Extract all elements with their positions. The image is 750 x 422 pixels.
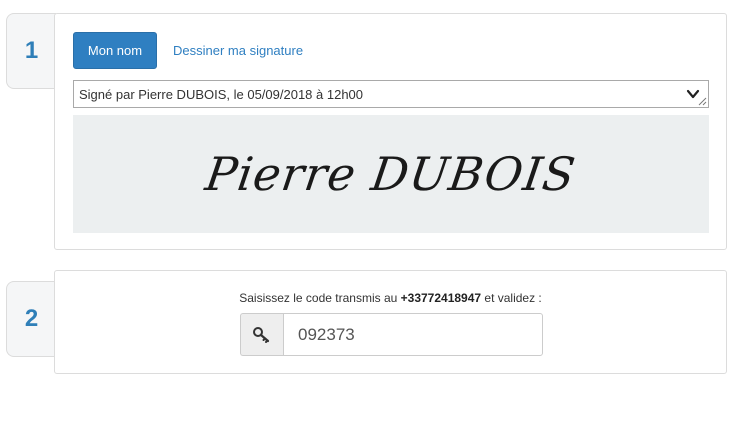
- code-validation-panel: Saisissez le code transmis au +337724189…: [54, 270, 727, 374]
- step-number-1: 1: [6, 13, 56, 89]
- code-input-group: [240, 313, 543, 356]
- step-number-1-label: 1: [24, 37, 39, 64]
- phone-number: +33772418947: [400, 291, 482, 305]
- tab-my-name[interactable]: Mon nom: [73, 32, 157, 69]
- code-input-addon: [240, 313, 283, 356]
- signature-text-value: Signé par Pierre DUBOIS, le 05/09/2018 à…: [79, 86, 364, 102]
- tab-draw-signature-label: Dessiner ma signature: [173, 43, 304, 58]
- step-number-2-label: 2: [24, 305, 39, 332]
- tab-draw-signature[interactable]: Dessiner ma signature: [173, 32, 303, 69]
- code-instruction-prefix: Saisissez le code transmis au: [239, 291, 401, 305]
- signature-text-select[interactable]: Signé par Pierre DUBOIS, le 05/09/2018 à…: [73, 80, 709, 108]
- signature-preview: Pierre DUBOIS: [73, 115, 709, 233]
- signature-panel: Mon nom Dessiner ma signature Signé par …: [54, 13, 727, 250]
- code-instruction: Saisissez le code transmis au +337724189…: [55, 291, 726, 305]
- resize-grip-icon[interactable]: [698, 97, 707, 106]
- code-instruction-suffix: et validez :: [481, 291, 542, 305]
- signature-preview-text: Pierre DUBOIS: [202, 147, 580, 201]
- verification-code-input[interactable]: [283, 313, 543, 356]
- step-number-2: 2: [6, 281, 56, 357]
- tab-my-name-label: Mon nom: [87, 43, 143, 58]
- key-icon: [253, 326, 270, 343]
